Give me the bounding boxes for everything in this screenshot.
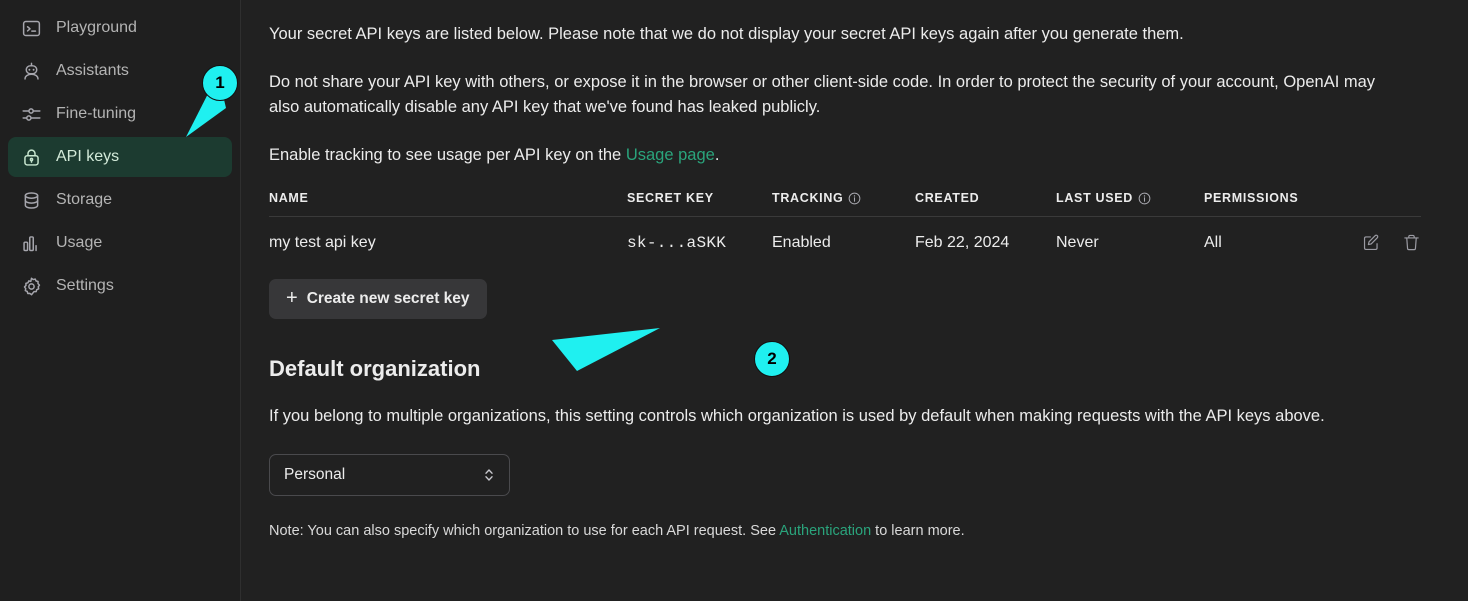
lock-icon <box>21 147 42 168</box>
robot-icon <box>21 61 42 82</box>
sliders-icon <box>21 104 42 125</box>
column-label: SECRET KEY <box>627 191 714 205</box>
intro-paragraph-3: Enable tracking to see usage per API key… <box>269 143 1399 168</box>
column-label: LAST USED <box>1056 191 1134 205</box>
database-icon <box>21 190 42 211</box>
sidebar-item-fine-tuning[interactable]: Fine-tuning <box>8 94 232 134</box>
column-header-permissions: PERMISSIONS <box>1204 191 1334 217</box>
tracking-text-suffix: . <box>714 146 720 164</box>
column-header-actions <box>1334 191 1421 217</box>
chevron-up-down-icon <box>483 466 495 484</box>
cell-permissions: All <box>1204 233 1222 251</box>
sidebar: Playground Assistants Fine-tuning API ke… <box>0 0 241 601</box>
default-organization-heading: Default organization <box>269 356 481 381</box>
create-new-secret-key-button[interactable]: + Create new secret key <box>269 279 487 319</box>
column-label: TRACKING <box>772 191 844 205</box>
sidebar-item-api-keys[interactable]: API keys <box>8 137 232 177</box>
column-label: CREATED <box>915 191 980 205</box>
note-suffix: to learn more. <box>871 523 965 539</box>
column-header-tracking: TRACKING <box>772 191 915 217</box>
sidebar-item-label: API keys <box>56 148 120 165</box>
column-header-secret-key: SECRET KEY <box>627 191 772 217</box>
delete-icon[interactable] <box>1402 233 1421 252</box>
sidebar-item-assistants[interactable]: Assistants <box>8 51 232 91</box>
api-keys-page: Playground Assistants Fine-tuning API ke… <box>0 0 1468 601</box>
main-content: Your secret API keys are listed below. P… <box>241 0 1468 601</box>
column-header-name: NAME <box>269 191 627 217</box>
note-prefix: Note: You can also specify which organiz… <box>269 523 780 539</box>
annotation-2-pointer <box>552 328 660 371</box>
default-organization-description: If you belong to multiple organizations,… <box>269 407 1325 425</box>
intro-paragraph-1: Your secret API keys are listed below. P… <box>269 25 1184 43</box>
cell-name: my test api key <box>269 233 376 251</box>
default-organization-selected-value: Personal <box>284 466 346 483</box>
plus-icon: + <box>286 287 298 309</box>
intro-paragraph-2: Do not share your API key with others, o… <box>269 73 1376 116</box>
sidebar-item-label: Playground <box>56 19 137 36</box>
sidebar-item-playground[interactable]: Playground <box>8 8 232 48</box>
terminal-icon <box>21 18 42 39</box>
sidebar-item-label: Assistants <box>56 62 129 79</box>
cell-secret-key: sk-...aSKK <box>627 233 727 252</box>
sidebar-item-usage[interactable]: Usage <box>8 223 232 263</box>
column-label: NAME <box>269 191 309 205</box>
sidebar-item-storage[interactable]: Storage <box>8 180 232 220</box>
default-organization-note: Note: You can also specify which organiz… <box>269 523 1408 539</box>
default-organization-select[interactable]: Personal <box>269 454 510 496</box>
info-icon[interactable] <box>1138 192 1151 205</box>
cell-last-used: Never <box>1056 233 1099 251</box>
authentication-link[interactable]: Authentication <box>779 523 871 539</box>
cell-tracking: Enabled <box>772 233 831 251</box>
edit-icon[interactable] <box>1362 233 1381 252</box>
column-header-last-used: LAST USED <box>1056 191 1204 217</box>
usage-page-link[interactable]: Usage page <box>626 146 715 164</box>
cell-created: Feb 22, 2024 <box>915 233 1010 251</box>
column-label: PERMISSIONS <box>1204 191 1299 205</box>
sidebar-item-label: Fine-tuning <box>56 105 137 122</box>
info-icon[interactable] <box>848 192 861 205</box>
gear-icon <box>21 276 42 297</box>
sidebar-item-label: Settings <box>56 277 114 294</box>
table-header-row: NAME SECRET KEY TRACKING CREATED LAST US… <box>269 191 1421 217</box>
sidebar-item-label: Usage <box>56 234 103 251</box>
api-keys-table: NAME SECRET KEY TRACKING CREATED LAST US… <box>269 191 1421 266</box>
tracking-text-prefix: Enable tracking to see usage per API key… <box>269 146 626 164</box>
table-row: my test api key sk-...aSKK Enabled Feb 2… <box>269 217 1421 267</box>
bar-chart-icon <box>21 233 42 254</box>
cell-actions <box>1334 217 1421 267</box>
create-new-secret-key-label: Create new secret key <box>306 290 470 307</box>
sidebar-item-label: Storage <box>56 191 113 208</box>
column-header-created: CREATED <box>915 191 1056 217</box>
sidebar-item-settings[interactable]: Settings <box>8 266 232 306</box>
